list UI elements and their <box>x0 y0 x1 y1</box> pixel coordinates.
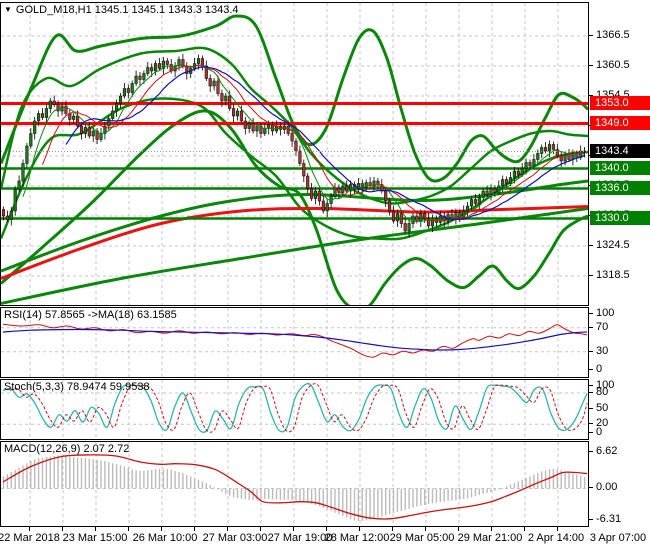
price-badge: 1349.0 <box>590 115 650 130</box>
axis-tick-mark <box>589 245 593 246</box>
axis-tick-mark <box>589 432 593 433</box>
macd-title: MACD(12,26,9) 2.07 2.72 <box>4 443 130 455</box>
stochastic-title: Stoch(5,3,3) 78.9474 59.9538 <box>4 381 150 393</box>
main-chart-panel[interactable]: ▼ GOLD_M18,H1 1345.1 1345.1 1343.3 1343.4 <box>0 2 589 306</box>
time-axis-label: 29 Mar 05:00 <box>389 532 455 544</box>
price-badge: 1336.0 <box>590 180 650 195</box>
price-badge: 1330.0 <box>590 210 650 225</box>
time-axis-tick <box>326 527 327 531</box>
time-axis-label: 2 Apr 14:00 <box>527 532 585 544</box>
rsi-title: RSI(14) 57.8565 ->MA(18) 63.1585 <box>4 309 177 321</box>
time-axis-tick <box>458 527 459 531</box>
axis-tick-label: 1366.5 <box>596 29 630 41</box>
axis-tick-mark <box>589 326 593 328</box>
time-axis-tick <box>29 527 30 531</box>
axis-tick-mark <box>589 35 593 36</box>
time-axis-tick <box>95 527 96 531</box>
axis-tick-mark <box>589 519 593 520</box>
axis-tick-label: 6.62 <box>596 445 618 458</box>
axis-tick-mark <box>589 313 593 314</box>
price-badge: 1353.0 <box>590 95 650 110</box>
axis-tick-label: 80 <box>596 386 609 398</box>
price-axis[interactable]: 1366.51360.51354.51348.51342.51336.51330… <box>589 0 650 550</box>
time-axis-label: 27 Mar 03:00 <box>202 532 268 544</box>
axis-tick-label: -6.31 <box>596 513 622 525</box>
time-axis-tick <box>128 527 129 531</box>
axis-tick-mark <box>589 407 593 409</box>
axis-tick-mark <box>589 350 593 352</box>
symbol-menu-icon[interactable]: ▼ <box>4 5 12 14</box>
time-axis-tick <box>161 527 162 531</box>
stochastic-indicator-panel[interactable]: Stoch(5,3,3) 78.9474 59.9538 <box>0 379 589 440</box>
time-axis-tick <box>425 527 426 531</box>
time-axis-label: 22 Mar 2018 <box>0 532 60 544</box>
axis-tick-label: 30 <box>596 344 609 357</box>
axis-tick-mark <box>589 423 593 425</box>
time-axis-tick <box>227 527 228 531</box>
axis-tick-label: 0 <box>596 426 603 438</box>
time-axis-label: 23 Mar 15:00 <box>62 532 128 544</box>
chart-title-text: GOLD_M18,H1 1345.1 1345.1 1343.3 1343.4 <box>15 4 239 16</box>
time-axis[interactable]: 22 Mar 2018 23 Mar 15:00 26 Mar 10:00 27 Ma… <box>0 527 650 550</box>
time-axis-tick <box>293 527 294 531</box>
axis-tick-label: 50 <box>596 401 609 414</box>
time-axis-label: 29 Mar 21:00 <box>457 532 523 544</box>
macd-signal-line <box>2 454 588 520</box>
time-axis-tick <box>524 527 525 531</box>
axis-tick-label: 0.00 <box>596 481 618 494</box>
chart-title: ▼ GOLD_M18,H1 1345.1 1345.1 1343.3 1343.4 <box>4 4 239 16</box>
axis-tick-label: 0 <box>596 362 603 375</box>
macd-histogram <box>2 455 586 521</box>
time-axis-label: 26 Mar 10:00 <box>132 532 198 544</box>
axis-tick-mark <box>589 487 593 489</box>
price-badge: 1340.0 <box>590 160 650 175</box>
time-axis-tick <box>62 527 63 531</box>
axis-tick-label: 1324.5 <box>596 239 630 251</box>
axis-tick-mark <box>589 275 593 276</box>
axis-tick-label: 1318.5 <box>596 269 630 281</box>
time-axis-tick <box>359 527 360 531</box>
main-plot <box>1 3 588 305</box>
macd-indicator-panel[interactable]: MACD(12,26,9) 2.07 2.72 <box>0 441 589 527</box>
time-axis-label: 27 Mar 19:00 <box>267 532 333 544</box>
time-axis-tick <box>194 527 195 531</box>
axis-tick-label: 100 <box>596 307 615 319</box>
axis-tick-label: 70 <box>596 320 609 333</box>
time-axis-tick <box>392 527 393 531</box>
axis-tick-mark <box>589 65 593 66</box>
time-axis-tick <box>557 527 558 531</box>
axis-tick-mark <box>589 392 593 393</box>
time-axis-tick <box>260 527 261 531</box>
rsi-ma-line <box>2 328 588 351</box>
axis-tick-mark <box>589 368 593 370</box>
axis-tick-mark <box>589 451 593 453</box>
time-axis-label: 28 Mar 12:00 <box>324 532 390 544</box>
rsi-indicator-panel[interactable]: RSI(14) 57.8565 ->MA(18) 63.1585 <box>0 307 589 378</box>
time-axis-tick <box>491 527 492 531</box>
axis-tick-mark <box>589 385 593 386</box>
axis-tick-label: 1360.5 <box>596 59 630 71</box>
price-badge: 1343.4 <box>590 143 650 158</box>
